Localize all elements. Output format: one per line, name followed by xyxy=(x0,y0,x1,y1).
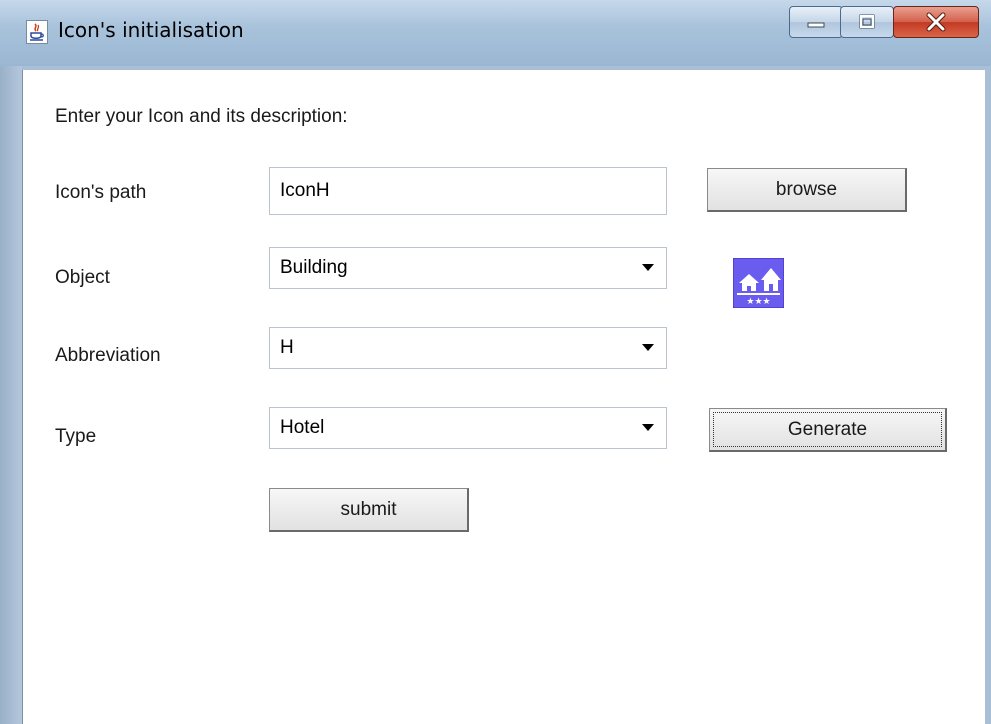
hotel-building-icon: ★★★ xyxy=(733,258,784,308)
close-button[interactable] xyxy=(893,6,979,38)
generate-button[interactable]: Generate xyxy=(709,408,947,452)
object-label: Object xyxy=(55,267,110,288)
type-selected-value: Hotel xyxy=(280,417,325,438)
icon-path-field[interactable] xyxy=(269,167,667,215)
close-icon xyxy=(926,12,946,32)
type-label: Type xyxy=(55,426,97,447)
browse-button[interactable]: browse xyxy=(707,168,907,212)
object-select[interactable]: Building xyxy=(269,247,667,289)
app-window: Icon's initialisation Enter your Icon an… xyxy=(0,0,991,724)
dialog-content: Enter your Icon and its description: Ico… xyxy=(22,70,985,724)
minimize-button[interactable] xyxy=(789,6,843,38)
chevron-down-icon xyxy=(642,344,654,351)
minimize-icon xyxy=(807,22,825,28)
window-title: Icon's initialisation xyxy=(58,18,244,42)
icon-path-input[interactable] xyxy=(270,168,666,214)
abbreviation-selected-value: H xyxy=(280,337,294,358)
maximize-icon xyxy=(859,14,875,29)
icon-path-label: Icon's path xyxy=(55,182,147,203)
svg-text:★★★: ★★★ xyxy=(746,297,770,307)
generate-button-label: Generate xyxy=(787,419,868,440)
type-select[interactable]: Hotel xyxy=(269,407,667,449)
chevron-down-icon xyxy=(642,424,654,431)
title-bar[interactable]: Icon's initialisation xyxy=(0,0,991,66)
window-frame-left xyxy=(0,66,22,724)
form-heading: Enter your Icon and its description: xyxy=(55,106,348,127)
java-app-icon xyxy=(26,20,48,44)
maximize-button[interactable] xyxy=(840,6,894,38)
abbreviation-label: Abbreviation xyxy=(55,345,161,366)
abbreviation-select[interactable]: H xyxy=(269,327,667,369)
submit-button-label: submit xyxy=(340,499,397,520)
submit-button[interactable]: submit xyxy=(269,488,469,532)
chevron-down-icon xyxy=(642,264,654,271)
browse-button-label: browse xyxy=(775,179,838,200)
object-selected-value: Building xyxy=(280,257,348,278)
